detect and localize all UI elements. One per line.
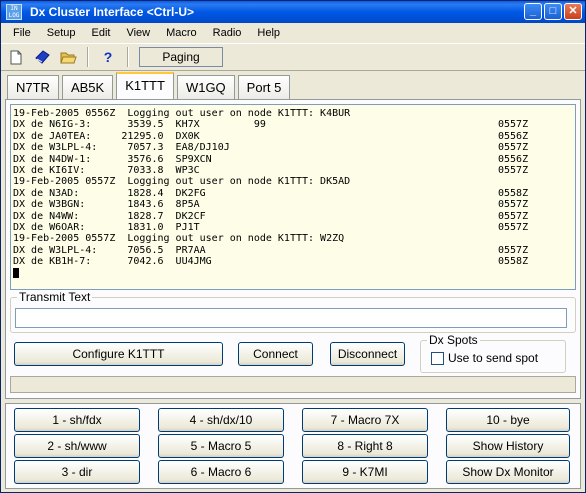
tab-n7tr[interactable]: N7TR [7, 75, 59, 99]
log-time: 0557Z [498, 165, 529, 177]
cluster-panel: 19-Feb-2005 0556Z Logging out user on no… [5, 99, 581, 399]
configure-button[interactable]: Configure K1TTT [14, 342, 223, 366]
log-line: DX de W6OAR: 1831.0 PJ1T 0557Z [13, 222, 573, 233]
status-bar [10, 376, 576, 393]
log-time: 0557Z [498, 119, 529, 131]
close-button[interactable]: ✕ [564, 3, 582, 20]
macro-button[interactable]: 10 - bye [446, 408, 570, 432]
log-text: 19-Feb-2005 0557Z Logging out user on no… [13, 233, 345, 245]
menu-bar: File Setup Edit View Macro Radio Help [1, 23, 585, 43]
log-line: DX de JA0TEA: 21295.0 DX0K 0556Z [13, 131, 573, 142]
connect-button[interactable]: Connect [238, 342, 313, 366]
menu-macro[interactable]: Macro [158, 27, 205, 39]
menu-setup[interactable]: Setup [39, 27, 84, 39]
minimize-button[interactable]: _ [524, 3, 542, 20]
disconnect-button[interactable]: Disconnect [330, 342, 405, 366]
log-line: DX de N6IG-3: 3539.5 KH7X 99 0557Z [13, 119, 573, 130]
macro-button[interactable]: 4 - sh/dx/10 [158, 408, 284, 432]
macro-panel: 1 - sh/fdx 4 - sh/dx/10 7 - Macro 7X 10 - b… [5, 403, 581, 489]
log-text: DX de W3LPL-4: 7057.3 EA8/DJ10J [13, 142, 230, 154]
macro-button[interactable]: Show Dx Monitor [446, 460, 570, 484]
log-time: 0557Z [498, 199, 529, 211]
log-time: 0557Z [498, 210, 529, 222]
log-line: DX de N3AD: 1828.4 DK2FG 0558Z [13, 188, 573, 199]
log-time: 0558Z [498, 256, 529, 268]
log-text: DX de N4WW: 1828.7 DK2CF [13, 210, 206, 222]
log-line: DX de W3LPL-4: 7056.5 PR7AA 0557Z [13, 245, 573, 256]
log-text: DX de W3BGN: 1843.6 8P5A [13, 199, 200, 211]
log-line: DX de KI6IV: 7033.8 WP3C 0557Z [13, 165, 573, 176]
use-to-send-spot-checkbox[interactable] [431, 351, 444, 365]
maximize-button[interactable]: □ [544, 3, 562, 20]
transmit-group: Transmit Text [10, 290, 576, 333]
menu-radio[interactable]: Radio [205, 27, 250, 39]
log-text: DX de W6OAR: 1831.0 PJ1T [13, 222, 200, 234]
open-folder-icon[interactable] [59, 48, 77, 66]
log-time: 0558Z [498, 187, 529, 199]
transmit-legend: Transmit Text [17, 290, 93, 304]
menu-view[interactable]: View [118, 27, 158, 39]
new-file-icon[interactable] [7, 48, 25, 66]
window-title: Dx Cluster Interface <Ctrl-U> [30, 5, 195, 19]
log-time: 0556Z [498, 130, 529, 142]
macro-button[interactable]: 8 - Right 8 [302, 434, 428, 458]
title-bar[interactable]: IN LOG Dx Cluster Interface <Ctrl-U> _ □… [1, 1, 585, 23]
menu-file[interactable]: File [5, 27, 39, 39]
paging-button[interactable]: Paging [139, 47, 223, 67]
use-to-send-spot-label: Use to send spot [448, 351, 539, 365]
tab-port-5[interactable]: Port 5 [237, 75, 291, 99]
log-line: 19-Feb-2005 0557Z Logging out user on no… [13, 233, 573, 244]
macro-button[interactable]: 1 - sh/fdx [14, 408, 140, 432]
toolbar-separator [127, 47, 129, 67]
dx-spots-group: Dx Spots Use to send spot [420, 333, 566, 373]
log-text: DX de KB1H-7: 7042.6 UU4JMG [13, 256, 212, 268]
book-icon[interactable] [33, 48, 51, 66]
log-line: 19-Feb-2005 0556Z Logging out user on no… [13, 108, 573, 119]
log-line: DX de N4WW: 1828.7 DK2CF 0557Z [13, 211, 573, 222]
cluster-log[interactable]: 19-Feb-2005 0556Z Logging out user on no… [10, 104, 576, 290]
tab-w1gq[interactable]: W1GQ [176, 75, 235, 99]
log-line: 19-Feb-2005 0557Z Logging out user on no… [13, 176, 573, 187]
macro-button[interactable]: Show History [446, 434, 570, 458]
port-tabs: N7TR AB5K K1TTT W1GQ Port 5 [7, 72, 291, 99]
transmit-input[interactable] [15, 308, 567, 328]
macro-button[interactable]: 6 - Macro 6 [158, 460, 284, 484]
app-window: IN LOG Dx Cluster Interface <Ctrl-U> _ □… [0, 0, 586, 493]
log-text: DX de N6IG-3: 3539.5 KH7X 99 [13, 119, 266, 131]
log-text: DX de KI6IV: 7033.8 WP3C [13, 165, 200, 177]
log-line: DX de KB1H-7: 7042.6 UU4JMG 0558Z [13, 256, 573, 267]
log-text: DX de W3LPL-4: 7056.5 PR7AA [13, 244, 206, 256]
toolbar-separator [87, 47, 89, 67]
log-text: 19-Feb-2005 0556Z Logging out user on no… [13, 108, 351, 119]
tab-k1ttt[interactable]: K1TTT [116, 72, 174, 99]
tab-ab5k[interactable]: AB5K [61, 75, 114, 99]
menu-edit[interactable]: Edit [83, 27, 118, 39]
text-cursor [13, 267, 19, 278]
help-icon[interactable]: ? [99, 48, 117, 66]
app-icon: IN LOG [6, 4, 22, 20]
log-time: 0557Z [498, 222, 529, 234]
macro-button[interactable]: 9 - K7MI [302, 460, 428, 484]
macro-button[interactable]: 5 - Macro 5 [158, 434, 284, 458]
menu-help[interactable]: Help [249, 27, 288, 39]
log-line: DX de N4DW-1: 3576.6 SP9XCN 0556Z [13, 154, 573, 165]
log-text: DX de JA0TEA: 21295.0 DX0K [13, 130, 200, 142]
log-time: 0556Z [498, 153, 529, 165]
log-text: DX de N3AD: 1828.4 DK2FG [13, 187, 206, 199]
dx-spots-legend: Dx Spots [427, 333, 480, 347]
macro-button[interactable]: 2 - sh/www [14, 434, 140, 458]
log-time: 0557Z [498, 244, 529, 256]
log-line: DX de W3BGN: 1843.6 8P5A 0557Z [13, 199, 573, 210]
log-text: 19-Feb-2005 0557Z Logging out user on no… [13, 176, 351, 188]
toolbar: ? Paging [1, 43, 585, 71]
log-line: DX de W3LPL-4: 7057.3 EA8/DJ10J 0557Z [13, 142, 573, 153]
macro-button[interactable]: 7 - Macro 7X [302, 408, 428, 432]
macro-button[interactable]: 3 - dir [14, 460, 140, 484]
log-text: DX de N4DW-1: 3576.6 SP9XCN [13, 153, 212, 165]
log-time: 0557Z [498, 142, 529, 154]
